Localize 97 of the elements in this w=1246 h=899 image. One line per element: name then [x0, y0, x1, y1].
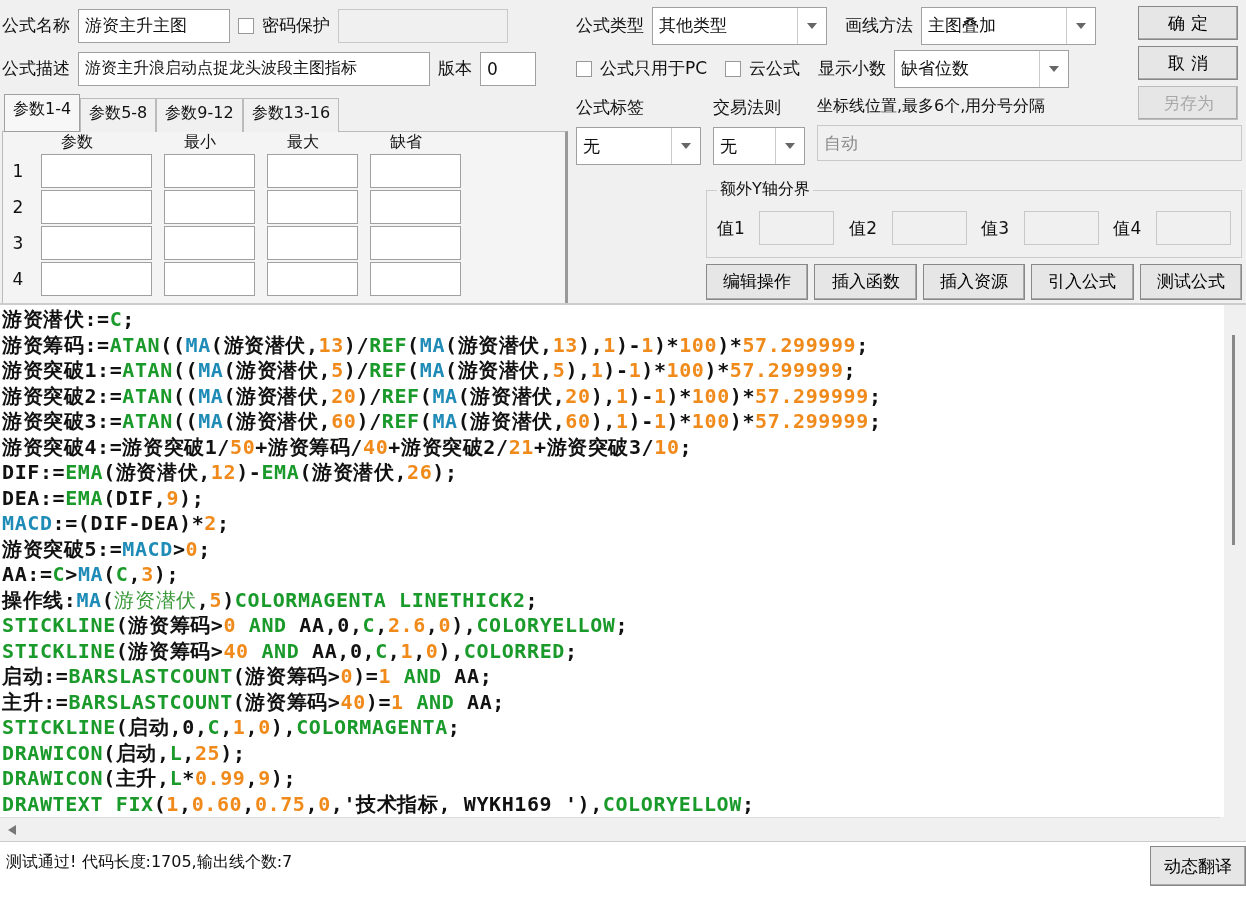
rule-dropdown[interactable]: 无	[713, 127, 805, 165]
param-input[interactable]	[267, 154, 358, 188]
field-label: 值3	[981, 216, 1010, 240]
type-dropdown[interactable]: 其他类型	[652, 6, 827, 45]
code-line: AA:=C>MA(C,3);	[2, 562, 181, 588]
column-header: 缺省	[389, 132, 423, 152]
code-line: STICKLINE(游资筹码>0 AND AA,0,C,2.6,0),COLORYELLOW;	[2, 613, 630, 639]
status-message: 测试通过! 代码长度:1705,输出线个数:7	[6, 852, 293, 873]
code-editor[interactable]	[0, 303, 1246, 817]
param-input[interactable]	[41, 190, 152, 224]
code-line: 启动:=BARSLASTCOUNT(游资筹码>0)=1 AND AA;	[2, 664, 494, 690]
column-header: 最小	[183, 132, 217, 152]
tag-dropdown[interactable]: 无	[576, 127, 701, 165]
value-input[interactable]	[1155, 211, 1231, 246]
tool-button[interactable]: 插入函数	[814, 263, 917, 300]
left-arrow-icon	[8, 824, 16, 835]
checkbox[interactable]	[238, 17, 254, 34]
value-input[interactable]	[891, 211, 967, 246]
dialog-button[interactable]: 取 消	[1138, 46, 1238, 80]
column-header: 最大	[286, 132, 320, 152]
code-line: DEA:=EMA(DIF,9);	[2, 485, 206, 511]
caret-icon	[1076, 22, 1086, 29]
tab[interactable]: 参数5-8	[80, 98, 157, 132]
code-line: DRAWTEXT FIX(1,0.60,0.75,0,'技术指标, WYKH169 '),COLORYELLOW;	[2, 791, 756, 817]
field-label: 公式类型	[576, 14, 644, 37]
tool-button[interactable]: 测试公式	[1139, 263, 1242, 300]
tool-button[interactable]: 编辑操作	[705, 263, 809, 300]
field-label: 交易法则	[713, 96, 782, 119]
code-line: 游资潜伏:=C;	[2, 307, 136, 333]
value-input[interactable]	[759, 211, 835, 246]
code-line: DRAWICON(启动,L,25);	[2, 740, 247, 766]
checkbox-label: 密码保护	[262, 14, 330, 37]
checkbox[interactable]	[576, 60, 592, 77]
field-label: 坐标线位置,最多6个,用分号分隔	[817, 96, 1046, 117]
code-line: 游资突破1:=ATAN((MA(游资潜伏,5)/REF(MA(游资潜伏,5),1)-1)*100)*57.299999;	[2, 358, 858, 384]
code-line: 操作线:MA(游资潜伏,5)COLORMAGENTA LINETHICK2;	[2, 587, 540, 613]
code-line: 主升:=BARSLASTCOUNT(游资筹码>40)=1 AND AA;	[2, 689, 506, 715]
decimals-dropdown[interactable]: 缺省位数	[894, 49, 1070, 88]
code-line: 游资突破3:=ATAN((MA(游资潜伏,60)/REF(MA(游资潜伏,60),1)-1)*100)*57.299999;	[2, 409, 883, 435]
param-input[interactable]	[164, 226, 255, 260]
field-label: 公式描述	[2, 57, 70, 80]
version-input[interactable]: 0	[480, 51, 536, 86]
code-line: DRAWICON(主升,L*0.99,9);	[2, 766, 298, 792]
param-input[interactable]	[164, 262, 255, 296]
param-input[interactable]	[267, 226, 358, 260]
code-line: STICKLINE(游资筹码>40 AND AA,0,C,1,0),COLORRED;	[2, 638, 579, 664]
param-input[interactable]	[41, 154, 152, 188]
param-input[interactable]	[164, 154, 255, 188]
row-number: 3	[11, 232, 25, 255]
code-line: DIF:=EMA(游资潜伏,12)-EMA(游资潜伏,26);	[2, 460, 459, 486]
name-input[interactable]: 游资主升主图	[78, 8, 230, 43]
checkbox-label: 云公式	[749, 57, 801, 80]
password-input[interactable]	[338, 8, 508, 43]
param-input[interactable]	[370, 190, 461, 224]
tool-button[interactable]: 引入公式	[1031, 263, 1134, 300]
field-label: 画线方法	[845, 14, 913, 37]
code-line: 游资突破2:=ATAN((MA(游资潜伏,20)/REF(MA(游资潜伏,20),1)-1)*100)*57.299999;	[2, 383, 883, 409]
param-input[interactable]	[370, 262, 461, 296]
caret-icon	[1049, 65, 1060, 72]
caret-icon	[681, 143, 691, 149]
param-input[interactable]	[267, 262, 358, 296]
code-line: STICKLINE(启动,0,C,1,0),COLORMAGENTA;	[2, 715, 462, 741]
tab[interactable]: 参数1-4	[4, 94, 81, 132]
param-input[interactable]	[41, 226, 152, 260]
row-number: 4	[11, 268, 25, 291]
tab[interactable]: 参数9-12	[156, 98, 243, 132]
param-input[interactable]	[267, 190, 358, 224]
checkbox[interactable]	[725, 60, 742, 77]
translate-button[interactable]: 动态翻译	[1150, 846, 1246, 886]
field-label: 显示小数	[818, 57, 887, 80]
code-line: 游资突破4:=游资突破1/50+游资筹码/40+游资突破2/21+游资突破3/10;	[2, 434, 694, 460]
column-header: 参数	[60, 132, 94, 152]
field-label: 值2	[849, 216, 877, 240]
code-line: 游资筹码:=ATAN((MA(游资潜伏,13)/REF(MA(游资潜伏,13),1)-1)*100)*57.299999;	[2, 332, 870, 358]
code-line: MACD:=(DIF-DEA)*2;	[2, 511, 231, 537]
caret-icon	[807, 22, 817, 29]
field-label: 公式名称	[2, 14, 70, 37]
value-input[interactable]	[1023, 211, 1099, 246]
param-input[interactable]	[164, 190, 255, 224]
vertical-scrollbar[interactable]	[1224, 305, 1246, 817]
param-input[interactable]	[370, 226, 461, 260]
row-number: 1	[11, 160, 25, 183]
row-number: 2	[11, 196, 25, 219]
param-input[interactable]	[370, 154, 461, 188]
checkbox-label: 公式只用于PC	[600, 57, 708, 80]
field-label: 版本	[438, 57, 472, 80]
dialog-button[interactable]: 确 定	[1138, 6, 1238, 40]
tool-button[interactable]: 插入资源	[922, 263, 1026, 300]
field-label: 值4	[1113, 216, 1142, 240]
field-label: 公式标签	[576, 96, 645, 119]
description-input[interactable]: 游资主升浪启动点捉龙头波段主图指标	[78, 51, 430, 86]
param-input[interactable]	[41, 262, 152, 296]
code-line: 游资突破5:=MACD>0;	[2, 536, 212, 562]
caret-icon	[785, 143, 795, 149]
field-label: 值1	[717, 216, 745, 240]
tab[interactable]: 参数13-16	[242, 98, 340, 132]
draw-method-dropdown[interactable]: 主图叠加	[921, 6, 1096, 45]
